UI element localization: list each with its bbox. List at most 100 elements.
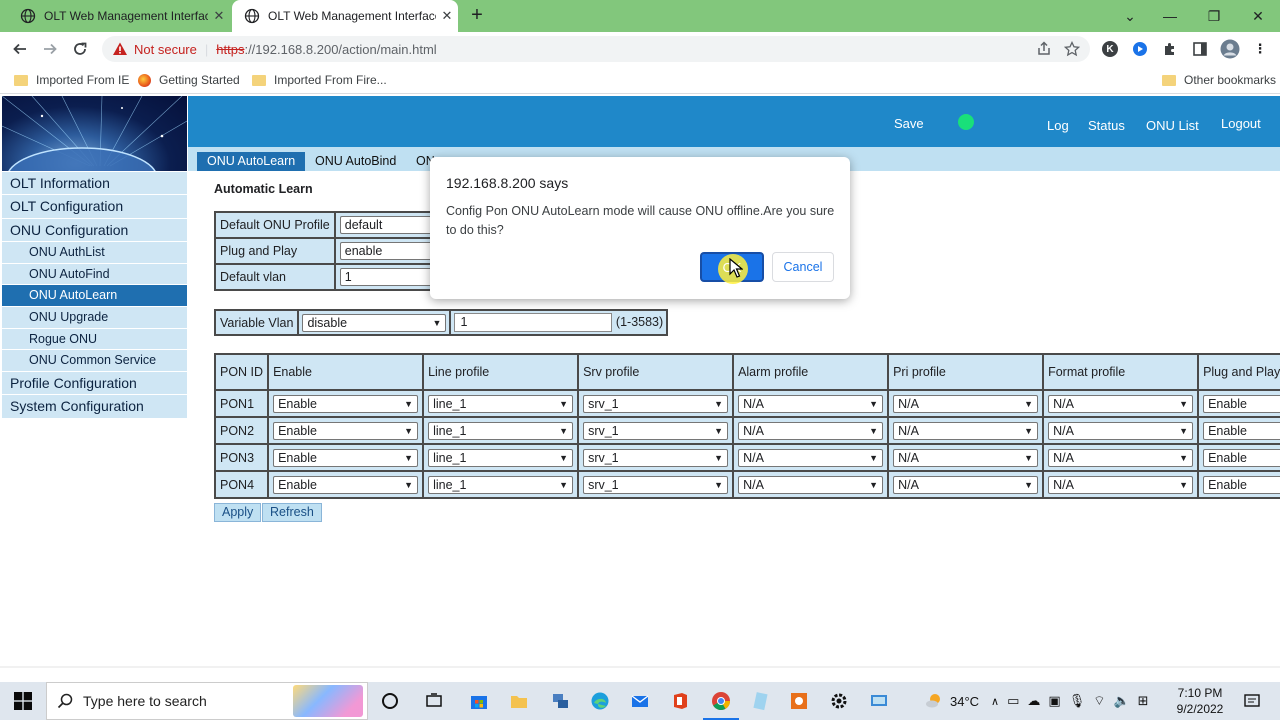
- weather-icon[interactable]: [924, 691, 944, 711]
- office-icon[interactable]: [668, 689, 692, 713]
- tab-search-chevron-icon[interactable]: ⌄: [1110, 0, 1150, 32]
- reload-icon[interactable]: [68, 37, 92, 61]
- side-panel-icon[interactable]: [1190, 39, 1210, 59]
- plug-and-play-row-select[interactable]: Enable: [1203, 475, 1280, 494]
- format-profile-select[interactable]: N/A ▼: [1048, 394, 1194, 413]
- notepad-icon[interactable]: [748, 689, 772, 713]
- onu-list-link[interactable]: ONU List: [1146, 118, 1199, 133]
- taskbar-clock[interactable]: 7:10 PM 9/2/2022: [1172, 685, 1228, 717]
- close-tab-icon[interactable]: ✕: [436, 8, 458, 24]
- minimize-icon[interactable]: —: [1150, 0, 1190, 32]
- settings-gear-icon[interactable]: [827, 689, 851, 713]
- alarm-profile-select[interactable]: N/A ▼: [738, 475, 884, 494]
- srv-profile-select[interactable]: srv_1 ▼: [583, 475, 729, 494]
- srv-profile-select[interactable]: srv_1 ▼: [583, 448, 729, 467]
- log-link[interactable]: Log: [1047, 118, 1069, 133]
- tray-app-icon[interactable]: ▭: [1007, 693, 1019, 709]
- edge-icon[interactable]: [588, 689, 612, 713]
- sidebar-item-onu-authlist[interactable]: ONU AuthList: [2, 242, 187, 264]
- temperature-label[interactable]: 34°C: [950, 694, 979, 709]
- variable-vlan-input[interactable]: 1: [454, 313, 613, 332]
- status-link[interactable]: Status: [1088, 118, 1125, 133]
- plug-and-play-row-select[interactable]: Enable: [1203, 394, 1280, 413]
- share-icon[interactable]: [1034, 39, 1054, 59]
- extensions-puzzle-icon[interactable]: [1160, 39, 1180, 59]
- enable-select[interactable]: Enable ▼: [273, 448, 419, 467]
- browser-tab-2[interactable]: OLT Web Management Interface ✕: [232, 0, 458, 32]
- bookmark-imported-firefox[interactable]: Imported From Fire...: [252, 71, 387, 89]
- pri-profile-select[interactable]: N/A ▼: [893, 421, 1039, 440]
- show-hidden-icons-chevron-icon[interactable]: ∧: [991, 695, 999, 708]
- close-tab-icon[interactable]: ✕: [208, 8, 230, 24]
- format-profile-select[interactable]: N/A ▼: [1048, 421, 1194, 440]
- taskbar-search-box[interactable]: Type here to search: [46, 682, 368, 720]
- bookmark-star-icon[interactable]: [1062, 39, 1082, 59]
- variable-vlan-mode-select[interactable]: disable ▼: [302, 313, 447, 332]
- language-icon[interactable]: ⊞: [1138, 693, 1149, 709]
- sidebar-item-onu-autolearn[interactable]: ONU AutoLearn: [2, 285, 187, 307]
- refresh-button[interactable]: Refresh: [262, 503, 322, 522]
- network-app-icon[interactable]: [548, 689, 572, 713]
- windows-start-icon[interactable]: [0, 682, 46, 720]
- back-icon[interactable]: [8, 37, 32, 61]
- not-secure-label[interactable]: Not secure: [134, 42, 197, 57]
- tray-device-icon[interactable]: ▣: [1048, 693, 1060, 709]
- enable-select[interactable]: Enable ▼: [273, 475, 419, 494]
- new-tab-button[interactable]: +: [466, 4, 488, 26]
- close-window-icon[interactable]: ✕: [1238, 0, 1278, 32]
- onedrive-cloud-icon[interactable]: ☁: [1027, 693, 1040, 709]
- media-app-icon[interactable]: [787, 689, 811, 713]
- enable-select[interactable]: Enable ▼: [273, 394, 419, 413]
- logout-link[interactable]: Logout: [1221, 116, 1261, 131]
- format-profile-select[interactable]: N/A ▼: [1048, 448, 1194, 467]
- browser-tab-1[interactable]: OLT Web Management Interface ✕: [8, 0, 230, 32]
- remote-desktop-icon[interactable]: [867, 689, 891, 713]
- subtab-onu-autolearn[interactable]: ONU AutoLearn: [197, 152, 306, 171]
- restore-icon[interactable]: ❐: [1194, 0, 1234, 32]
- forward-icon[interactable]: [38, 37, 62, 61]
- bookmark-imported-ie[interactable]: Imported From IE: [14, 71, 129, 89]
- apply-button[interactable]: Apply: [214, 503, 262, 522]
- profile-avatar[interactable]: [1220, 39, 1240, 59]
- task-view-icon[interactable]: [422, 689, 446, 713]
- alarm-profile-select[interactable]: N/A ▼: [738, 448, 884, 467]
- horizontal-scrollbar[interactable]: ◀ ▶: [0, 666, 1280, 668]
- line-profile-select[interactable]: line_1 ▼: [428, 421, 574, 440]
- sidebar-item-onu-autofind[interactable]: ONU AutoFind: [2, 263, 187, 286]
- alarm-profile-select[interactable]: N/A ▼: [738, 421, 884, 440]
- line-profile-select[interactable]: line_1 ▼: [428, 475, 574, 494]
- subtab-onu-autobind[interactable]: ONU AutoBind: [305, 152, 406, 171]
- alarm-profile-select[interactable]: N/A ▼: [738, 394, 884, 413]
- extension-k-icon[interactable]: K: [1100, 39, 1120, 59]
- enable-select[interactable]: Enable ▼: [273, 421, 419, 440]
- format-profile-select[interactable]: N/A ▼: [1048, 475, 1194, 494]
- store-icon[interactable]: [467, 689, 491, 713]
- pri-profile-select[interactable]: N/A ▼: [893, 394, 1039, 413]
- srv-profile-select[interactable]: srv_1 ▼: [583, 394, 729, 413]
- chrome-icon[interactable]: [703, 689, 739, 720]
- volume-icon[interactable]: 🔈: [1113, 693, 1129, 709]
- sidebar-item-system-configuration[interactable]: System Configuration: [2, 395, 187, 419]
- sidebar-item-onu-upgrade[interactable]: ONU Upgrade: [2, 306, 187, 329]
- wifi-icon[interactable]: ⌔: [1093, 693, 1105, 709]
- srv-profile-select[interactable]: srv_1 ▼: [583, 421, 729, 440]
- mail-icon[interactable]: [628, 689, 652, 713]
- file-explorer-icon[interactable]: [507, 689, 531, 713]
- save-link[interactable]: Save: [894, 116, 924, 131]
- notifications-icon[interactable]: [1240, 689, 1264, 713]
- extension-play-icon[interactable]: [1130, 39, 1150, 59]
- plug-and-play-row-select[interactable]: Enable: [1203, 448, 1280, 467]
- bookmark-getting-started[interactable]: Getting Started: [138, 71, 240, 89]
- more-menu-icon[interactable]: ⋮: [1250, 39, 1270, 59]
- line-profile-select[interactable]: line_1 ▼: [428, 394, 574, 413]
- sidebar-item-olt-configuration[interactable]: OLT Configuration: [2, 195, 187, 219]
- cortana-icon[interactable]: [378, 689, 402, 713]
- bookmark-other[interactable]: Other bookmarks: [1162, 71, 1276, 89]
- sidebar-item-olt-information[interactable]: OLT Information: [2, 172, 187, 196]
- sidebar-item-rogue-onu[interactable]: Rogue ONU: [2, 328, 187, 351]
- address-bar[interactable]: Not secure | https ://192.168.8.200/acti…: [102, 36, 1090, 62]
- sidebar-item-onu-common-service[interactable]: ONU Common Service: [2, 350, 187, 372]
- microphone-icon[interactable]: 🎙: [1069, 693, 1086, 709]
- cancel-button[interactable]: Cancel: [772, 252, 834, 282]
- plug-and-play-row-select[interactable]: Enable: [1203, 421, 1280, 440]
